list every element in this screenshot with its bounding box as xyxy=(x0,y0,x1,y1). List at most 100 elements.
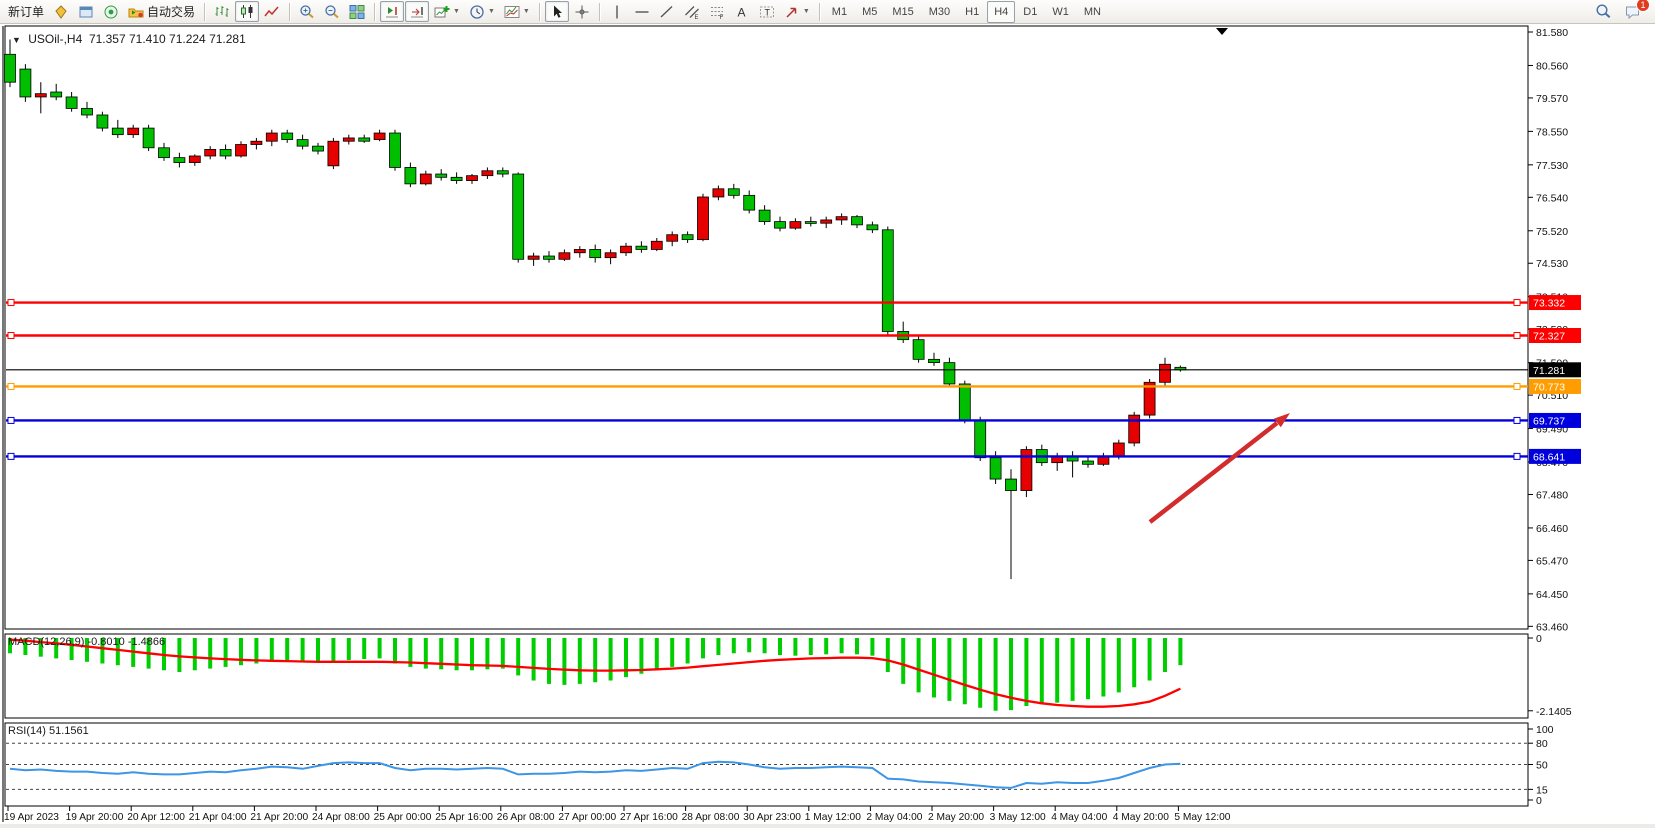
trendline-button[interactable] xyxy=(655,1,679,22)
line-handle[interactable] xyxy=(1514,417,1520,423)
timeframe-m15[interactable]: M15 xyxy=(885,1,920,23)
candlestick-chart-icon xyxy=(239,4,255,20)
price-tick-label: 77.530 xyxy=(1536,160,1568,172)
line-handle[interactable] xyxy=(8,332,14,338)
templates-button[interactable]: ▼ xyxy=(500,1,534,22)
bull-candle xyxy=(667,235,678,242)
separator xyxy=(819,3,820,21)
line-handle[interactable] xyxy=(8,453,14,459)
timeframe-m1[interactable]: M1 xyxy=(825,1,854,23)
price-tick-label: 65.470 xyxy=(1536,555,1568,567)
separator xyxy=(374,3,375,21)
bottom-strip xyxy=(0,824,1655,828)
fibonacci-button[interactable]: F xyxy=(705,1,729,22)
bear-candle xyxy=(867,225,878,230)
arrows-tool-button[interactable]: ▼ xyxy=(780,1,814,22)
search-icon xyxy=(1595,3,1612,20)
zoom-in-icon xyxy=(299,4,315,20)
new-chart-button[interactable]: ▼ xyxy=(430,1,464,22)
line-handle[interactable] xyxy=(8,383,14,389)
bear-candle xyxy=(159,148,170,158)
bull-candle xyxy=(189,156,200,163)
bull-candle xyxy=(605,253,616,258)
bull-candle xyxy=(343,138,354,141)
price-tick-label: 67.480 xyxy=(1536,489,1568,501)
crosshair-icon xyxy=(574,4,590,20)
timeframe-m5[interactable]: M5 xyxy=(855,1,884,23)
chart-ohlc-values: 71.357 71.410 71.224 71.281 xyxy=(89,32,246,46)
bear-candle xyxy=(805,222,816,224)
time-tick-label: 25 Apr 16:00 xyxy=(435,812,493,823)
macd-axis-label: -2.1405 xyxy=(1536,706,1572,718)
svg-text:F: F xyxy=(719,15,723,20)
bear-candle xyxy=(297,140,308,147)
bear-candle xyxy=(513,174,524,259)
market-watch-button[interactable] xyxy=(49,1,73,22)
bull-candle xyxy=(821,220,832,223)
macd-axis-label: 0 xyxy=(1536,633,1542,645)
separator xyxy=(539,3,540,21)
bear-candle xyxy=(744,195,755,210)
bear-candle xyxy=(497,171,508,174)
time-tick-label: 26 Apr 08:00 xyxy=(497,812,555,823)
line-chart-button[interactable] xyxy=(260,1,284,22)
bull-candle xyxy=(236,145,247,156)
vertical-line-button[interactable] xyxy=(605,1,629,22)
bull-candle xyxy=(1113,443,1124,456)
chart-shift-button[interactable] xyxy=(405,1,429,22)
search-button[interactable] xyxy=(1591,1,1616,22)
timeframe-h4[interactable]: H4 xyxy=(987,1,1015,23)
line-handle[interactable] xyxy=(8,300,14,306)
time-tick-label: 5 May 12:00 xyxy=(1174,812,1230,823)
separator xyxy=(599,3,600,21)
equidistant-channel-icon: E xyxy=(684,4,700,20)
line-handle[interactable] xyxy=(1514,300,1520,306)
price-badge-label: 69.737 xyxy=(1533,415,1565,427)
cursor-button[interactable] xyxy=(545,1,569,22)
tile-windows-icon xyxy=(349,4,365,20)
chart-title-expand-icon[interactable]: ▼ xyxy=(12,35,21,45)
new-order-button[interactable]: 新订单 xyxy=(4,1,48,22)
time-tick-label: 24 Apr 08:00 xyxy=(312,812,370,823)
bear-candle xyxy=(82,108,93,115)
line-handle[interactable] xyxy=(1514,332,1520,338)
auto-trading-button[interactable]: 自动交易 xyxy=(124,1,199,22)
line-handle[interactable] xyxy=(8,417,14,423)
timeframe-d1[interactable]: D1 xyxy=(1016,1,1044,23)
zoom-out-button[interactable] xyxy=(320,1,344,22)
bar-chart-button[interactable] xyxy=(210,1,234,22)
equidistant-channel-button[interactable]: E xyxy=(680,1,704,22)
text-tool-button[interactable]: A xyxy=(730,1,754,22)
signals-button[interactable] xyxy=(99,1,123,22)
candlestick-chart-button[interactable] xyxy=(235,1,259,22)
timeframe-m30[interactable]: M30 xyxy=(922,1,957,23)
price-tick-label: 75.520 xyxy=(1536,226,1568,238)
data-window-icon xyxy=(78,4,94,20)
bull-candle xyxy=(574,249,585,252)
notification-badge[interactable]: 1 xyxy=(1636,0,1650,12)
zoom-in-button[interactable] xyxy=(295,1,319,22)
price-badge-label: 71.281 xyxy=(1533,365,1565,377)
new-order-label: 新订单 xyxy=(8,3,44,20)
line-handle[interactable] xyxy=(1514,453,1520,459)
text-label-button[interactable]: T xyxy=(755,1,779,22)
crosshair-button[interactable] xyxy=(570,1,594,22)
rsi-indicator-label: RSI(14) 51.1561 xyxy=(8,725,89,737)
timeframe-mn[interactable]: MN xyxy=(1077,1,1108,23)
timeframe-h1[interactable]: H1 xyxy=(958,1,986,23)
chevron-down-icon: ▼ xyxy=(803,8,810,15)
data-window-button[interactable] xyxy=(74,1,98,22)
horizontal-line-button[interactable] xyxy=(630,1,654,22)
bear-candle xyxy=(451,177,462,180)
auto-scroll-button[interactable] xyxy=(380,1,404,22)
time-tick-label: 21 Apr 04:00 xyxy=(189,812,247,823)
timeframe-w1[interactable]: W1 xyxy=(1045,1,1076,23)
periodicity-button[interactable]: ▼ xyxy=(465,1,499,22)
line-chart-icon xyxy=(264,4,280,20)
chart-title[interactable]: ▼ USOil-,H4 71.357 71.410 71.224 71.281 xyxy=(12,32,246,46)
tile-windows-button[interactable] xyxy=(345,1,369,22)
line-handle[interactable] xyxy=(1514,383,1520,389)
chart-canvas: 81.58080.56079.57078.55077.53076.54075.5… xyxy=(0,0,1655,828)
bear-candle xyxy=(66,97,77,108)
price-badge-label: 68.641 xyxy=(1533,451,1565,463)
